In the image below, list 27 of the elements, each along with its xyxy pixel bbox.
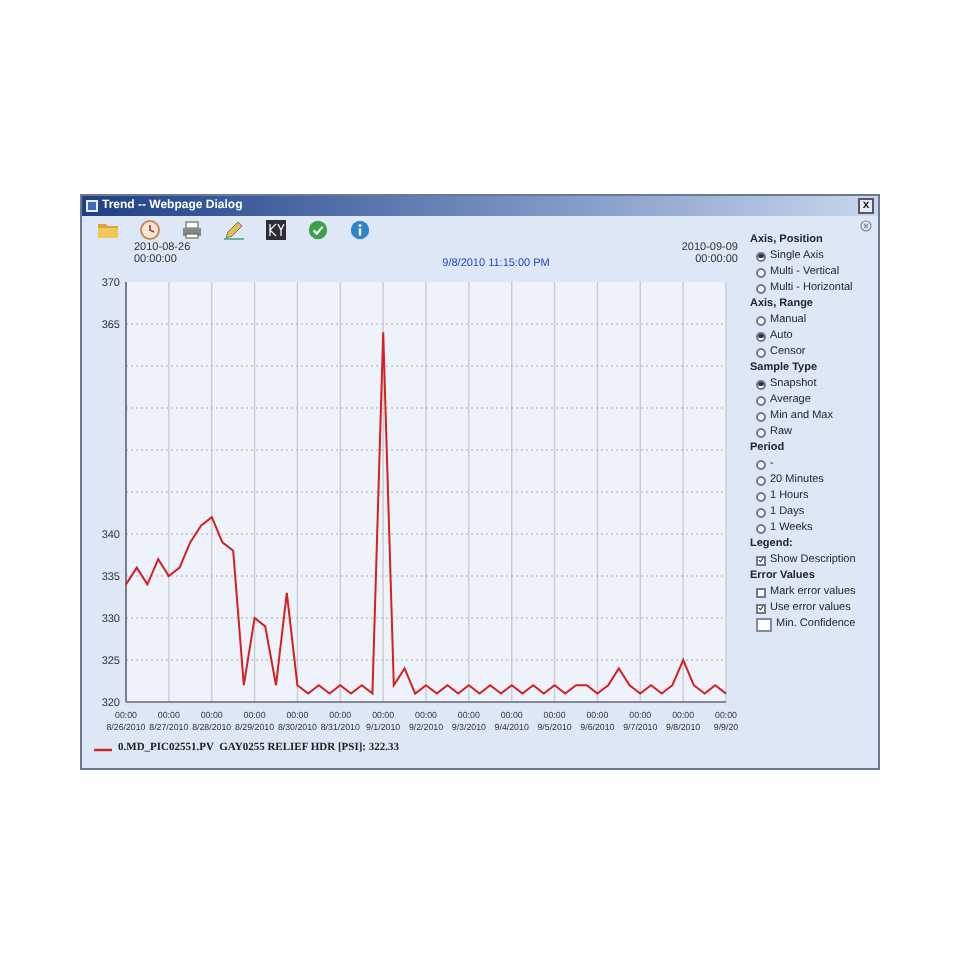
printer-icon[interactable]	[182, 219, 202, 239]
radio-button[interactable]	[756, 523, 766, 533]
radio-button[interactable]	[756, 267, 766, 277]
check-circle-icon[interactable]	[308, 219, 328, 239]
info-icon[interactable]	[350, 219, 370, 239]
radio-button[interactable]	[756, 395, 766, 405]
radio-button[interactable]	[756, 475, 766, 485]
radio-button[interactable]	[756, 507, 766, 517]
radio-button[interactable]	[756, 379, 766, 389]
checkbox[interactable]	[756, 603, 766, 613]
input-field[interactable]	[756, 617, 772, 631]
radio-button[interactable]	[756, 315, 766, 325]
radio-button[interactable]	[756, 331, 766, 341]
collapse-icon[interactable]	[860, 220, 872, 232]
radio-button[interactable]	[756, 491, 766, 501]
radio-button[interactable]	[756, 459, 766, 469]
radio-button[interactable]	[756, 283, 766, 293]
clock-icon[interactable]	[140, 219, 160, 239]
pencil-icon[interactable]	[224, 219, 244, 239]
radio-button[interactable]	[756, 251, 766, 261]
dark-tile-icon[interactable]	[266, 219, 286, 239]
checkbox[interactable]	[756, 555, 766, 565]
window-icon	[86, 200, 98, 212]
checkbox[interactable]	[756, 587, 766, 597]
radio-button[interactable]	[756, 427, 766, 437]
radio-button[interactable]	[756, 411, 766, 421]
radio-button[interactable]	[756, 347, 766, 357]
